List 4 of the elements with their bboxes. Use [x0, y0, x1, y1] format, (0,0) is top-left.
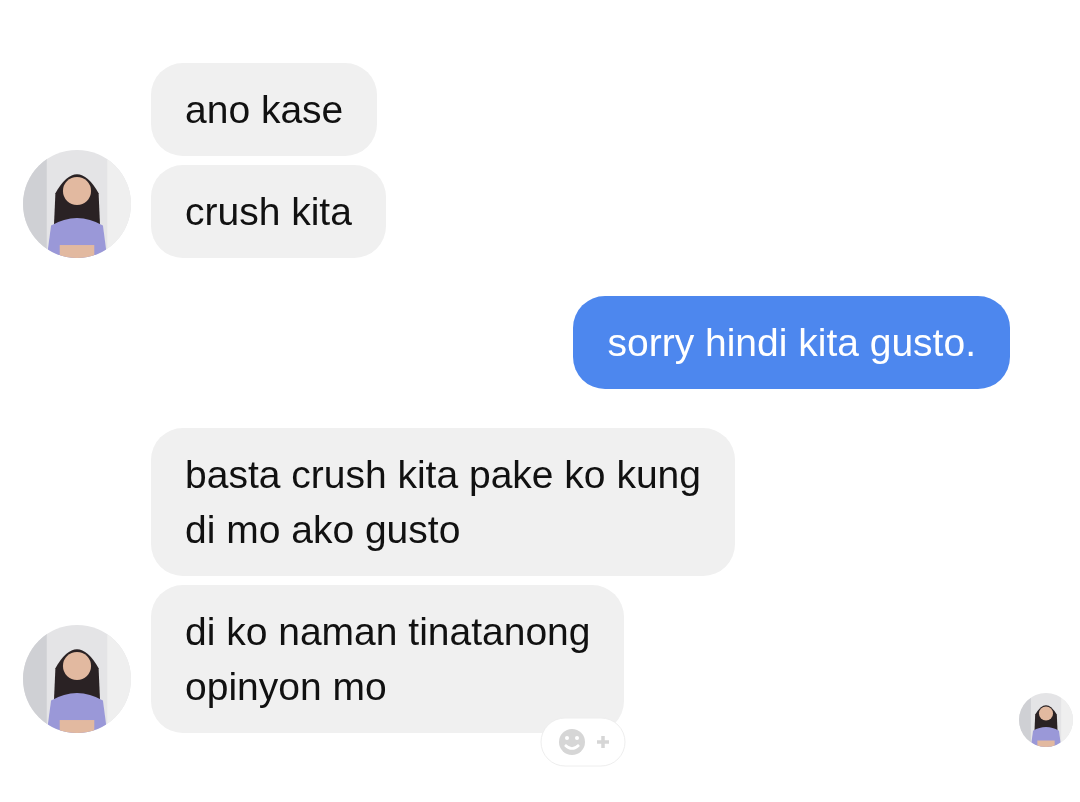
message-bubble: basta crush kita pake ko kung di mo ako gusto: [151, 428, 735, 576]
message-bubble: crush kita: [151, 165, 386, 258]
message-bubble: sorry hindi kita gusto.: [573, 296, 1010, 389]
message-bubble: ano kase: [151, 63, 378, 156]
